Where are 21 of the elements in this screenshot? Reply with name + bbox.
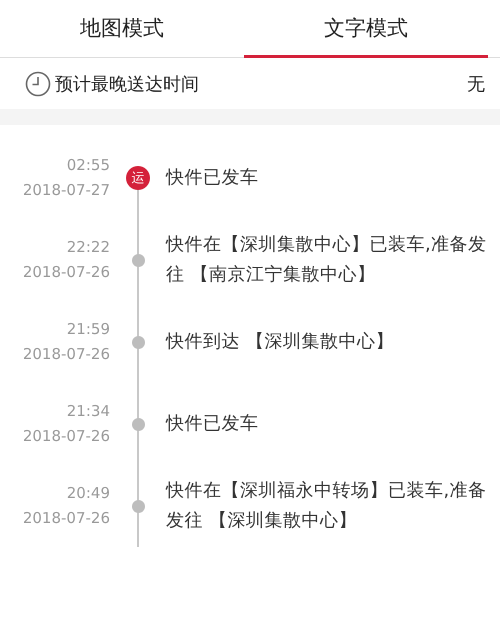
estimate-label: 预计最晚送达时间 — [55, 72, 200, 96]
event-date: 2018-07-27 — [22, 180, 110, 201]
event-text: 快件在【深圳集散中心】已装车,准备发往 【南京江宁集散中心】 — [166, 233, 488, 287]
estimate-value: 无 — [467, 72, 485, 96]
event-date: 2018-07-26 — [22, 426, 110, 447]
event-time: 20:49 — [66, 483, 110, 504]
event-text: 快件已发车 — [166, 412, 258, 436]
event-date: 2018-07-26 — [22, 508, 110, 529]
event-time: 21:59 — [66, 319, 110, 340]
event-date: 2018-07-26 — [22, 262, 110, 283]
event-text: 快件已发车 — [166, 166, 258, 190]
mode-tab[interactable]: 文字模式 — [244, 0, 488, 58]
status-badge: 运 — [126, 166, 150, 190]
event-time: 02:55 — [66, 155, 110, 176]
event-date: 2018-07-26 — [22, 344, 110, 365]
event-text: 快件到达 【深圳集散中心】 — [166, 330, 394, 354]
event-text: 快件在【深圳福永中转场】已装车,准备发往 【深圳集散中心】 — [166, 479, 488, 533]
event-time: 22:22 — [66, 237, 110, 258]
event-time: 21:34 — [66, 401, 110, 422]
mode-tab[interactable]: 地图模式 — [0, 0, 244, 58]
clock-icon — [25, 70, 51, 96]
